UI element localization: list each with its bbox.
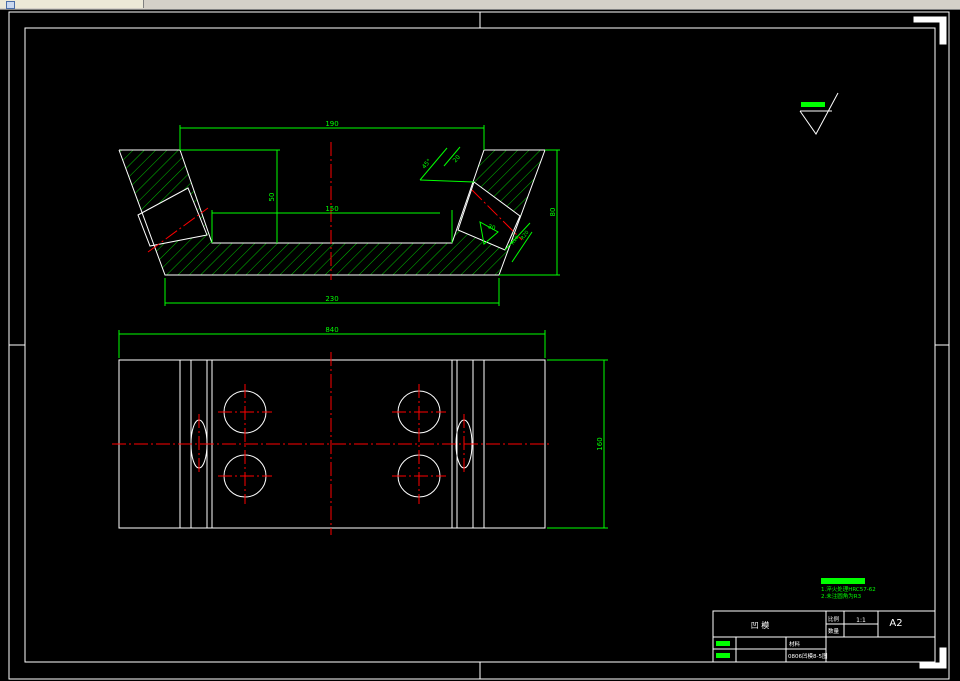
drawing-frame [8, 11, 950, 680]
dim-bottom-width: 230 [325, 295, 338, 303]
sheet-size: A2 [889, 618, 902, 629]
cad-drawing-canvas[interactable]: 190 150 230 50 80 45° 20 30 R10 R20 840 … [0, 0, 960, 681]
plan-center-lines [112, 352, 552, 535]
part-name: 凹 模 [751, 620, 770, 630]
checker-name-fill [716, 653, 730, 658]
surface-roughness-icon [799, 92, 839, 135]
dim-slot-angle: 45° [421, 158, 433, 171]
scale-value: 1:1 [856, 617, 866, 624]
dim-plan-length: 840 [325, 326, 338, 334]
front-section-view[interactable]: 190 150 230 50 80 45° 20 30 R10 R20 [118, 120, 560, 306]
drawing-number: 0806凹模8-5图 [788, 652, 828, 660]
dim-inner-depth: 50 [268, 193, 276, 202]
scale-label: 比例 [828, 615, 840, 623]
title-block[interactable]: 凹 模 比例 数量 1:1 A2 材料 0806凹模8-5图 [712, 610, 936, 663]
dim-plan-width: 160 [596, 437, 604, 450]
dim-inner-width: 150 [325, 205, 338, 213]
note-line-2: 2.未注圆角为R3 [821, 592, 862, 600]
hatch-base [165, 243, 499, 275]
dim-height: 80 [549, 208, 557, 217]
dim-slot-radius-b: R20 [520, 230, 531, 242]
material-label: 材料 [789, 640, 801, 648]
qty-label: 数量 [828, 627, 840, 635]
plan-view[interactable]: 840 160 [112, 326, 608, 535]
dim-top-width: 190 [325, 120, 338, 128]
note-line-1: 1.淬火处理HRC57-62 [821, 585, 876, 593]
designer-name-fill [716, 641, 730, 646]
technical-notes: 1.淬火处理HRC57-62 2.未注圆角为R3 [821, 578, 876, 600]
